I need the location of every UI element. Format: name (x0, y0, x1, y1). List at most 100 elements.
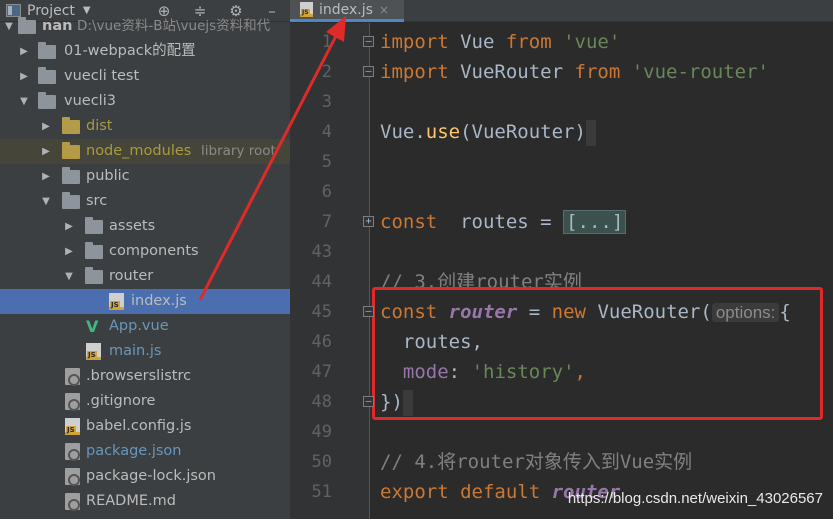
tree-item-browserslistrc[interactable]: .browserslistrc (0, 364, 290, 389)
line-number: 44 (311, 272, 332, 292)
line-number: 49 (311, 422, 332, 442)
fold-icon[interactable]: – (363, 396, 374, 407)
tab-label: index.js (319, 1, 373, 18)
vue-file-icon: V (86, 317, 99, 336)
collapsed-region[interactable]: [...] (563, 210, 627, 234)
tree-item-webpack-config[interactable]: ▶ 01-webpack的配置 (0, 39, 290, 64)
tree-item-router[interactable]: ▼ router (0, 264, 290, 289)
config-file-icon (65, 393, 80, 411)
tree-item-label: babel.config.js (86, 418, 192, 434)
keyword: from (574, 61, 621, 83)
chevron-right-icon[interactable]: ▶ (63, 214, 75, 239)
tree-item-label: dist (86, 118, 113, 134)
line-number: 50 (311, 452, 332, 472)
line-number: 46 (311, 332, 332, 352)
tree-item-label: node_modules (86, 143, 192, 159)
expand-icon[interactable]: + (363, 216, 374, 227)
identifier: Vue (460, 31, 495, 53)
tree-item-label: assets (109, 218, 156, 234)
tree-item-label: package-lock.json (86, 468, 216, 484)
code-line-7: const routes = [...] (380, 207, 627, 237)
line-number: 4 (321, 122, 332, 142)
tree-item-vuecli3[interactable]: ▼ vuecli3 (0, 89, 290, 114)
tree-item-main-js[interactable]: JS main.js (0, 339, 290, 364)
chevron-right-icon[interactable]: ▶ (40, 164, 52, 189)
tree-item-babel-config[interactable]: JS babel.config.js (0, 414, 290, 439)
tree-item-label: App.vue (109, 318, 169, 334)
keyword: export default (380, 481, 541, 503)
tree-item-node-modules[interactable]: ▶ node_modules library root (0, 139, 290, 164)
comment: // 4.将router对象传入到Vue实例 (380, 451, 693, 473)
project-tree: ▼ nan D:\vue资料-B站\vuejs资料和代 ▶ 01-webpack… (0, 17, 290, 511)
code-line-1: import Vue from 'vue' (380, 27, 620, 57)
code-editor[interactable]: import Vue from 'vue' import VueRouter f… (380, 23, 833, 519)
string: 'vue' (563, 31, 621, 53)
tree-item-annotation: library root (201, 143, 276, 159)
tree-item-label: .gitignore (86, 393, 156, 409)
fold-icon[interactable]: – (363, 306, 374, 317)
tree-item-dist[interactable]: ▶ dist (0, 114, 290, 139)
tree-item-readme[interactable]: README.md (0, 489, 290, 514)
chevron-down-icon[interactable]: ▼ (18, 89, 30, 114)
keyword: import (380, 31, 449, 53)
keyword: from (505, 31, 552, 53)
annotation-highlight-box (372, 287, 823, 420)
line-number: 51 (311, 482, 332, 502)
tree-item-label: public (86, 168, 130, 184)
config-file-icon (65, 368, 80, 386)
fold-icon[interactable]: – (363, 36, 374, 47)
fold-icon[interactable]: – (363, 66, 374, 77)
keyword: const (380, 211, 438, 233)
tree-item-label: vuecli3 (64, 93, 116, 109)
chevron-down-icon[interactable]: ▼ (63, 264, 75, 289)
tree-item-index-js[interactable]: JS index.js (0, 289, 290, 314)
folder-icon (85, 267, 103, 284)
tree-item-package-lock-json[interactable]: package-lock.json (0, 464, 290, 489)
tree-item-gitignore[interactable]: .gitignore (0, 389, 290, 414)
folder-excluded-icon (62, 117, 80, 134)
tree-item-nan[interactable]: ▼ nan D:\vue资料-B站\vuejs资料和代 (0, 14, 290, 39)
code-line-50: // 4.将router对象传入到Vue实例 (380, 447, 692, 477)
tab-index-js[interactable]: JS index.js × (290, 0, 404, 22)
chevron-right-icon[interactable]: ▶ (40, 114, 52, 139)
tree-item-components[interactable]: ▶ components (0, 239, 290, 264)
tree-item-label: index.js (131, 293, 187, 309)
js-file-icon: JS (65, 418, 80, 435)
close-icon[interactable]: × (379, 3, 389, 17)
line-number: 45 (311, 302, 332, 322)
json-file-icon (65, 468, 80, 486)
tree-item-assets[interactable]: ▶ assets (0, 214, 290, 239)
chevron-down-icon[interactable]: ▼ (3, 14, 15, 39)
js-file-icon: JS (86, 343, 101, 360)
folder-icon (38, 67, 56, 84)
js-file-icon: JS (300, 2, 313, 17)
folder-icon (18, 17, 36, 34)
tree-item-label: router (109, 268, 154, 284)
chevron-right-icon[interactable]: ▶ (18, 64, 30, 89)
folder-icon (85, 217, 103, 234)
line-number: 47 (311, 362, 332, 382)
folder-icon (38, 42, 56, 59)
arguments: (VueRouter) (460, 121, 586, 143)
chevron-right-icon[interactable]: ▶ (18, 39, 30, 64)
chevron-right-icon[interactable]: ▶ (63, 239, 75, 264)
tree-item-src[interactable]: ▼ src (0, 189, 290, 214)
watermark: https://blog.csdn.net/weixin_43026567 (567, 490, 823, 507)
project-panel: Project ▼ ⊕ ≑ ⚙ – ▼ nan D:\vue资料-B站\vuej… (0, 0, 290, 519)
tree-item-app-vue[interactable]: V App.vue (0, 314, 290, 339)
line-number: 1 (321, 32, 332, 52)
tree-item-label: vuecli test (64, 68, 140, 84)
tree-item-vuecli-test[interactable]: ▶ vuecli test (0, 64, 290, 89)
tree-item-public[interactable]: ▶ public (0, 164, 290, 189)
tree-item-label: 01-webpack的配置 (64, 43, 196, 59)
chevron-right-icon[interactable]: ▶ (40, 139, 52, 164)
line-number: 48 (311, 392, 332, 412)
chevron-down-icon[interactable]: ▼ (40, 189, 52, 214)
folder-icon (38, 92, 56, 109)
json-file-icon (65, 443, 80, 461)
folder-icon (62, 192, 80, 209)
identifier: routes = (460, 211, 552, 233)
tree-item-package-json[interactable]: package.json (0, 439, 290, 464)
tree-item-label: package.json (86, 443, 182, 459)
string: 'vue-router' (631, 61, 769, 83)
